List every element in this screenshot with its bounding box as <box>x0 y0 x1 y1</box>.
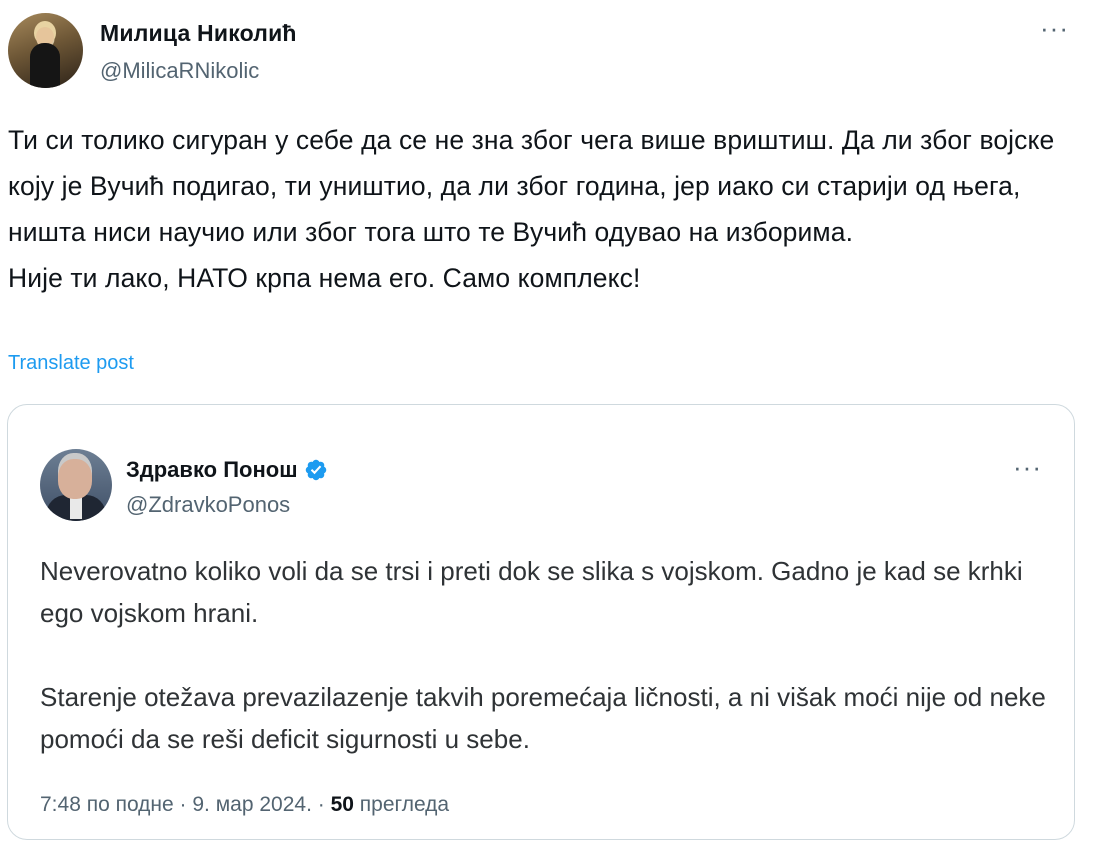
author-handle[interactable]: @MilicaRNikolic <box>100 58 259 84</box>
quoted-author-name[interactable]: Здравко Понош <box>126 457 298 483</box>
avatar-figure-shape <box>30 43 60 88</box>
avatar-face-shape <box>58 459 92 499</box>
views-count: 50 <box>330 793 354 816</box>
quoted-author-avatar[interactable] <box>40 449 112 521</box>
tweet: Милица Николић @MilicaRNikolic ··· Ти си… <box>0 0 1100 853</box>
author-name[interactable]: Милица Николић <box>100 20 297 47</box>
tweet-paragraph: Није ти лако, НАТО крпа нема его. Само к… <box>8 263 641 293</box>
more-options-icon[interactable]: ··· <box>1040 15 1069 41</box>
quoted-author-handle[interactable]: @ZdravkoPonos <box>126 492 290 518</box>
quoted-timestamp[interactable]: 7:48 по подне · 9. мар 2024. · <box>40 793 331 816</box>
verified-badge-icon <box>305 459 326 481</box>
tweet-text: Ти си толико сигуран у себе да се не зна… <box>8 117 1088 301</box>
quoted-paragraph: Starenje otežava prevazilazenje takvih p… <box>40 682 1046 754</box>
quoted-author-row: Здравко Понош <box>126 457 328 483</box>
translate-post-link[interactable]: Translate post <box>8 352 134 375</box>
author-avatar[interactable] <box>8 13 83 88</box>
views-label: прегледа <box>353 793 450 816</box>
quoted-tweet-card[interactable]: Здравко Понош @ZdravkoPonos ··· Neverova… <box>7 404 1075 840</box>
tweet-paragraph: Ти си толико сигуран у себе да се не зна… <box>8 125 1055 247</box>
quoted-more-options-icon[interactable]: ··· <box>1013 454 1042 480</box>
quoted-paragraph: Neverovatno koliko voli da se trsi i pre… <box>40 556 1023 628</box>
quoted-tweet-meta: 7:48 по подне · 9. мар 2024. · 50 прегле… <box>40 793 449 817</box>
quoted-tweet-text: Neverovatno koliko voli da se trsi i pre… <box>40 550 1050 760</box>
